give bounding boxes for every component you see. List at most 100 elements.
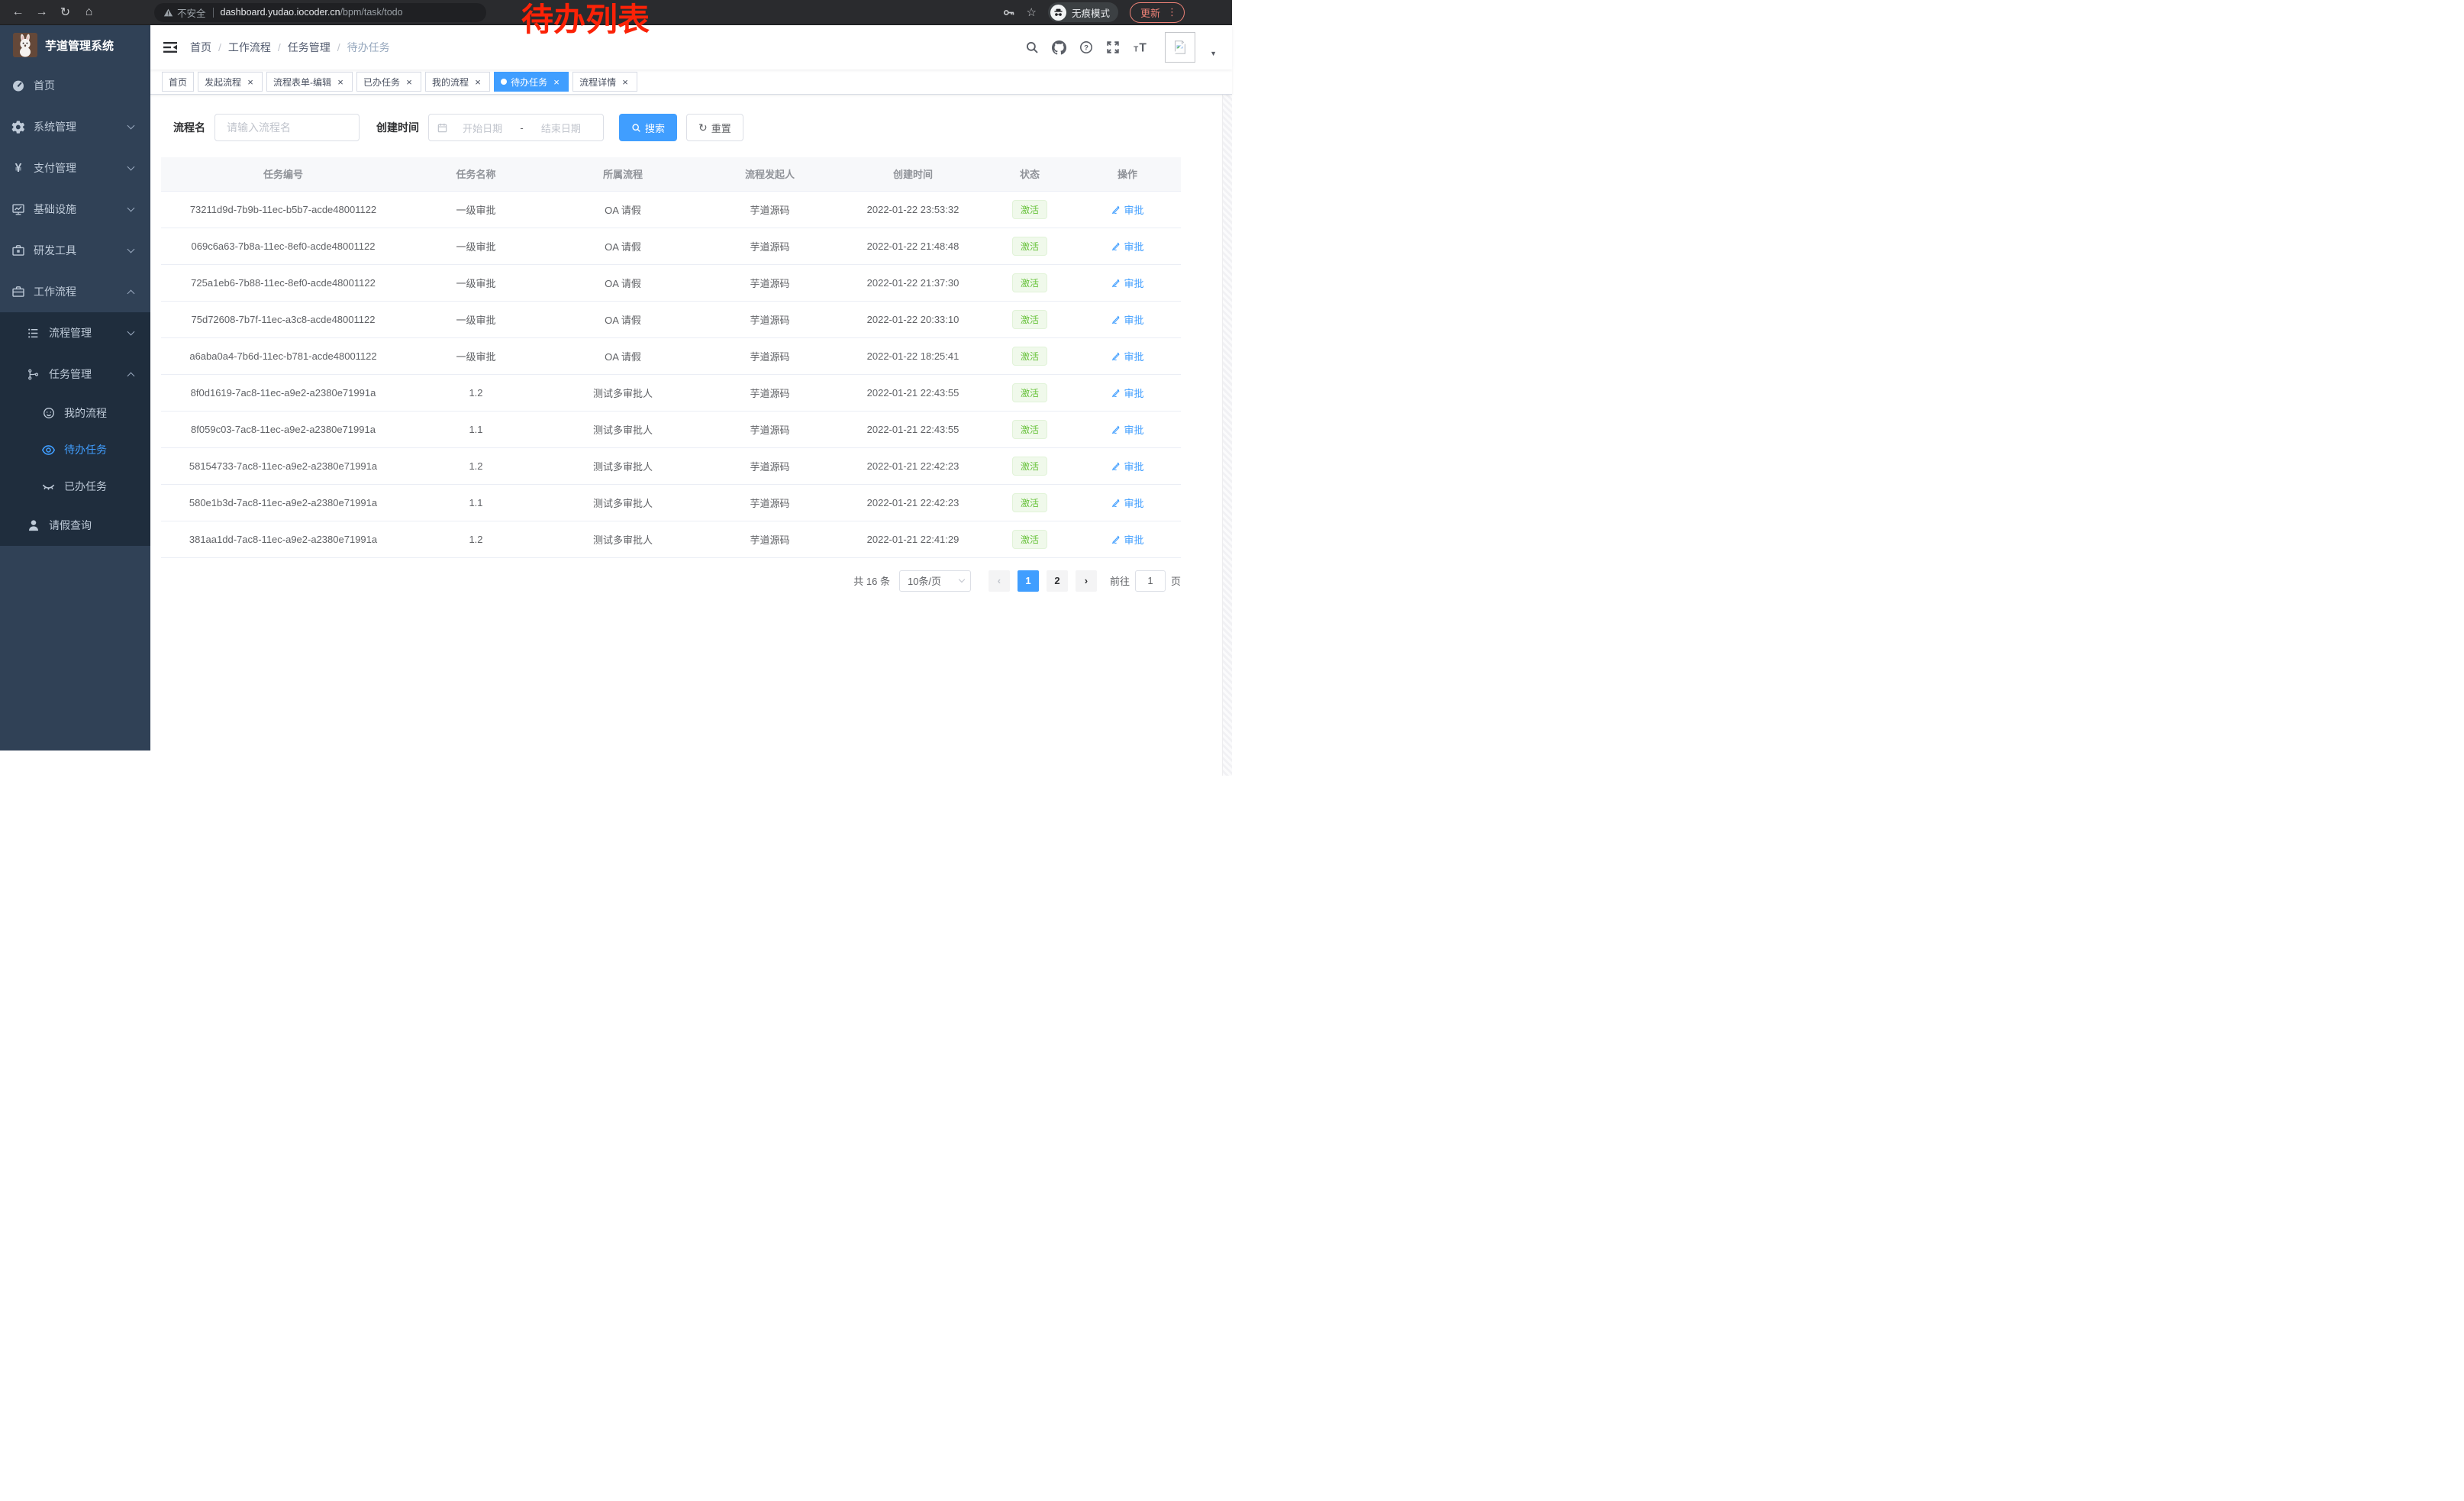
search-button[interactable]: 搜索 <box>619 114 677 141</box>
approve-button[interactable]: 审批 <box>1111 422 1143 437</box>
sidebar-item-8[interactable]: 我的流程 <box>0 395 150 431</box>
avatar[interactable] <box>1165 32 1195 63</box>
approve-button[interactable]: 审批 <box>1111 495 1143 510</box>
forward-icon[interactable]: → <box>30 5 53 19</box>
font-size-icon[interactable]: T T <box>1133 40 1148 54</box>
hamburger-fold-icon[interactable] <box>163 40 178 55</box>
svg-text:T: T <box>1134 46 1138 54</box>
page-number-1[interactable]: 2 <box>1047 570 1068 592</box>
fullscreen-icon[interactable] <box>1106 40 1120 54</box>
status-badge: 激活 <box>1012 420 1047 439</box>
column-header-5: 状态 <box>985 157 1074 191</box>
edit-pencil-icon <box>1111 461 1121 471</box>
reset-button[interactable]: ↻ 重置 <box>686 114 743 141</box>
close-icon[interactable]: × <box>472 77 483 87</box>
help-icon[interactable]: ? <box>1079 40 1093 54</box>
breadcrumb-separator: / <box>337 41 340 53</box>
goto-page-input[interactable] <box>1135 570 1166 592</box>
sidebar-item-11[interactable]: 请假查询 <box>0 505 150 546</box>
sidebar-item-1[interactable]: 系统管理 <box>0 106 150 147</box>
tab-1[interactable]: 发起流程 × <box>198 72 263 92</box>
caret-down-icon[interactable]: ▼ <box>1210 50 1217 57</box>
approve-button[interactable]: 审批 <box>1111 239 1143 253</box>
table-row-4: a6aba0a4-7b6d-11ec-b781-acde48001122 一级审… <box>161 337 1181 374</box>
tab-4[interactable]: 我的流程 × <box>425 72 490 92</box>
next-page-button[interactable]: › <box>1076 570 1097 592</box>
breadcrumb-item-3[interactable]: 待办任务 / <box>347 40 390 55</box>
bookmark-star-icon[interactable]: ☆ <box>1027 5 1037 19</box>
task-process: 测试多审批人 <box>547 521 699 557</box>
table-row-3: 75d72608-7b7f-11ec-a3c8-acde48001122 一级审… <box>161 301 1181 337</box>
sidebar-item-2[interactable]: ¥ 支付管理 <box>0 147 150 189</box>
task-id: 725a1eb6-7b88-11ec-8ef0-acde48001122 <box>161 264 405 301</box>
app-logo[interactable]: 芋道管理系统 <box>0 25 150 65</box>
breadcrumb-item-1[interactable]: 工作流程 / <box>228 40 288 55</box>
task-name: 一级审批 <box>405 264 547 301</box>
briefcase-icon <box>11 285 25 299</box>
status-badge: 激活 <box>1012 273 1047 292</box>
process-name-input[interactable] <box>214 114 360 141</box>
task-created: 2022-01-22 20:33:10 <box>840 301 985 337</box>
close-icon[interactable]: × <box>551 77 562 87</box>
sidebar-item-9[interactable]: 待办任务 <box>0 431 150 468</box>
update-button[interactable]: 更新 ⋮ <box>1130 2 1185 23</box>
sidebar-menu: 首页 系统管理 ¥ 支付管理 基础设施 <box>0 65 150 546</box>
browser-menu-icon[interactable]: ⋮ <box>1167 6 1177 18</box>
task-name: 一级审批 <box>405 228 547 264</box>
scrollbar[interactable] <box>1222 50 1232 776</box>
close-icon[interactable]: × <box>245 77 256 87</box>
approve-button[interactable]: 审批 <box>1111 532 1143 547</box>
close-icon[interactable]: × <box>335 77 346 87</box>
incognito-icon <box>1050 5 1066 21</box>
close-icon[interactable]: × <box>404 77 414 87</box>
edit-pencil-icon <box>1111 388 1121 398</box>
sidebar-item-4[interactable]: 研发工具 <box>0 230 150 271</box>
address-bar[interactable]: 不安全 dashboard.yudao.iocoder.cn/bpm/task/… <box>154 3 486 22</box>
close-icon[interactable]: × <box>620 77 631 87</box>
gear-icon <box>11 120 25 134</box>
key-icon[interactable] <box>1002 6 1015 19</box>
page-size-select[interactable]: 10条/页 <box>899 570 971 592</box>
table-row-1: 069c6a63-7b8a-11ec-8ef0-acde48001122 一级审… <box>161 228 1181 264</box>
back-icon[interactable]: ← <box>6 5 30 19</box>
reload-icon[interactable]: ↻ <box>53 5 77 20</box>
prev-page-button[interactable]: ‹ <box>989 570 1010 592</box>
filter-form: 流程名 创建时间 开始日期 - 结束日期 <box>173 114 1232 141</box>
breadcrumb-separator: / <box>278 41 281 53</box>
approve-button[interactable]: 审批 <box>1111 459 1143 473</box>
table-row-2: 725a1eb6-7b88-11ec-8ef0-acde48001122 一级审… <box>161 264 1181 301</box>
home-icon[interactable]: ⌂ <box>77 5 101 19</box>
status-badge: 激活 <box>1012 457 1047 476</box>
task-created: 2022-01-21 22:43:55 <box>840 411 985 447</box>
task-created: 2022-01-22 21:37:30 <box>840 264 985 301</box>
approve-button[interactable]: 审批 <box>1111 349 1143 363</box>
date-range-picker[interactable]: 开始日期 - 结束日期 <box>428 114 604 141</box>
github-icon[interactable] <box>1052 40 1066 55</box>
tab-0[interactable]: 首页 × <box>162 72 194 92</box>
sidebar-item-10[interactable]: 已办任务 <box>0 468 150 505</box>
approve-button[interactable]: 审批 <box>1111 202 1143 217</box>
approve-button[interactable]: 审批 <box>1111 276 1143 290</box>
sidebar-item-5[interactable]: 工作流程 <box>0 271 150 312</box>
search-icon[interactable] <box>1025 40 1039 54</box>
page-number-0[interactable]: 1 <box>1018 570 1039 592</box>
sidebar-item-0[interactable]: 首页 <box>0 65 150 106</box>
eye-open-icon <box>41 443 56 457</box>
tab-5[interactable]: 待办任务 × <box>494 72 569 92</box>
tab-3[interactable]: 已办任务 × <box>356 72 421 92</box>
approve-button[interactable]: 审批 <box>1111 386 1143 400</box>
approve-button[interactable]: 审批 <box>1111 312 1143 327</box>
sidebar-item-3[interactable]: 基础设施 <box>0 189 150 230</box>
sidebar-item-6[interactable]: 流程管理 <box>0 312 150 353</box>
task-initiator: 芋道源码 <box>699 191 840 228</box>
edit-pencil-icon <box>1111 278 1121 288</box>
task-process: 测试多审批人 <box>547 374 699 411</box>
tab-2[interactable]: 流程表单-编辑 × <box>266 72 353 92</box>
status-badge: 激活 <box>1012 237 1047 256</box>
tab-6[interactable]: 流程详情 × <box>572 72 637 92</box>
sidebar-item-7[interactable]: 任务管理 <box>0 353 150 395</box>
task-table: 任务编号任务名称所属流程流程发起人创建时间状态操作 73211d9d-7b9b-… <box>161 157 1181 558</box>
task-created: 2022-01-22 18:25:41 <box>840 337 985 374</box>
breadcrumb-item-2[interactable]: 任务管理 / <box>288 40 347 55</box>
breadcrumb-item-0[interactable]: 首页 / <box>190 40 228 55</box>
